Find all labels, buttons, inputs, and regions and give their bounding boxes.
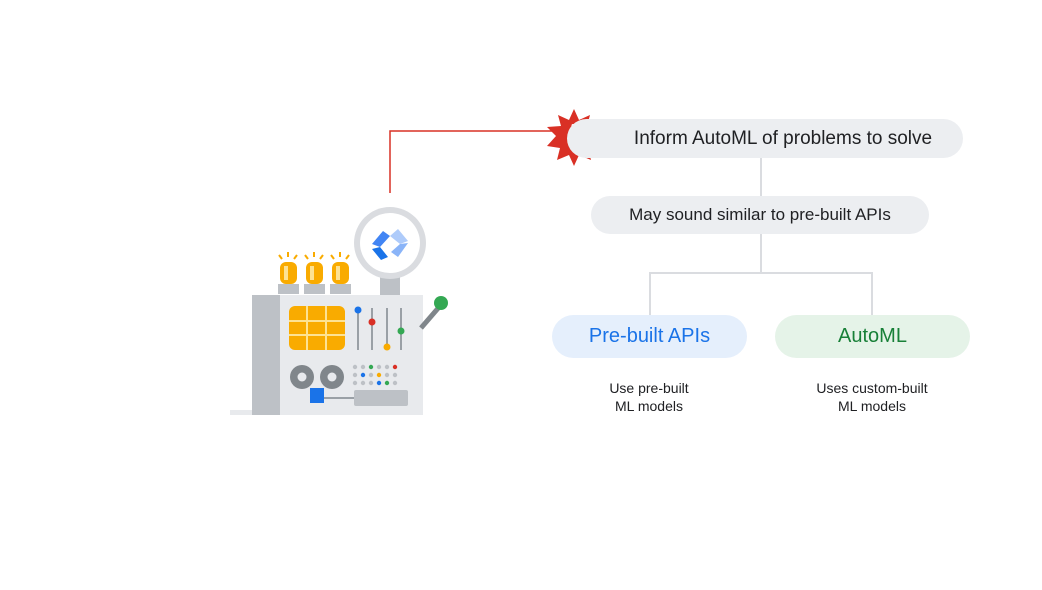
lever-icon bbox=[419, 296, 448, 330]
prebuilt-apis-label: Pre-built APIs bbox=[588, 325, 711, 347]
inform-automl-node: Inform AutoML of problems to solve bbox=[567, 119, 963, 158]
inform-automl-label: Inform AutoML of problems to solve bbox=[633, 127, 933, 149]
prebuilt-apis-node: Pre-built APIs bbox=[552, 315, 747, 358]
connector-lines bbox=[389, 130, 873, 315]
automl-machine-illustration bbox=[230, 207, 448, 415]
red-connector-line bbox=[389, 130, 552, 193]
bulb-icon bbox=[330, 252, 351, 294]
prebuilt-apis-caption: Use pre-built ML models bbox=[549, 379, 749, 415]
automl-node: AutoML bbox=[775, 315, 970, 358]
automl-caption: Uses custom-built ML models bbox=[772, 379, 972, 415]
diagram-stage: Inform AutoML of problems to solve May s… bbox=[0, 0, 1042, 590]
automl-caption-line2: ML models bbox=[838, 398, 906, 414]
bulb-icon bbox=[278, 252, 299, 294]
bulb-icon bbox=[304, 252, 325, 294]
prebuilt-caption-line2: ML models bbox=[615, 398, 683, 414]
connector-branch bbox=[649, 272, 873, 315]
automl-caption-line1: Uses custom-built bbox=[816, 380, 928, 396]
automl-label: AutoML bbox=[838, 325, 907, 347]
similar-to-apis-label: May sound similar to pre-built APIs bbox=[629, 205, 891, 224]
similar-to-apis-node: May sound similar to pre-built APIs bbox=[591, 196, 929, 234]
keypad-panel bbox=[289, 306, 345, 350]
prebuilt-caption-line1: Use pre-built bbox=[609, 380, 689, 396]
